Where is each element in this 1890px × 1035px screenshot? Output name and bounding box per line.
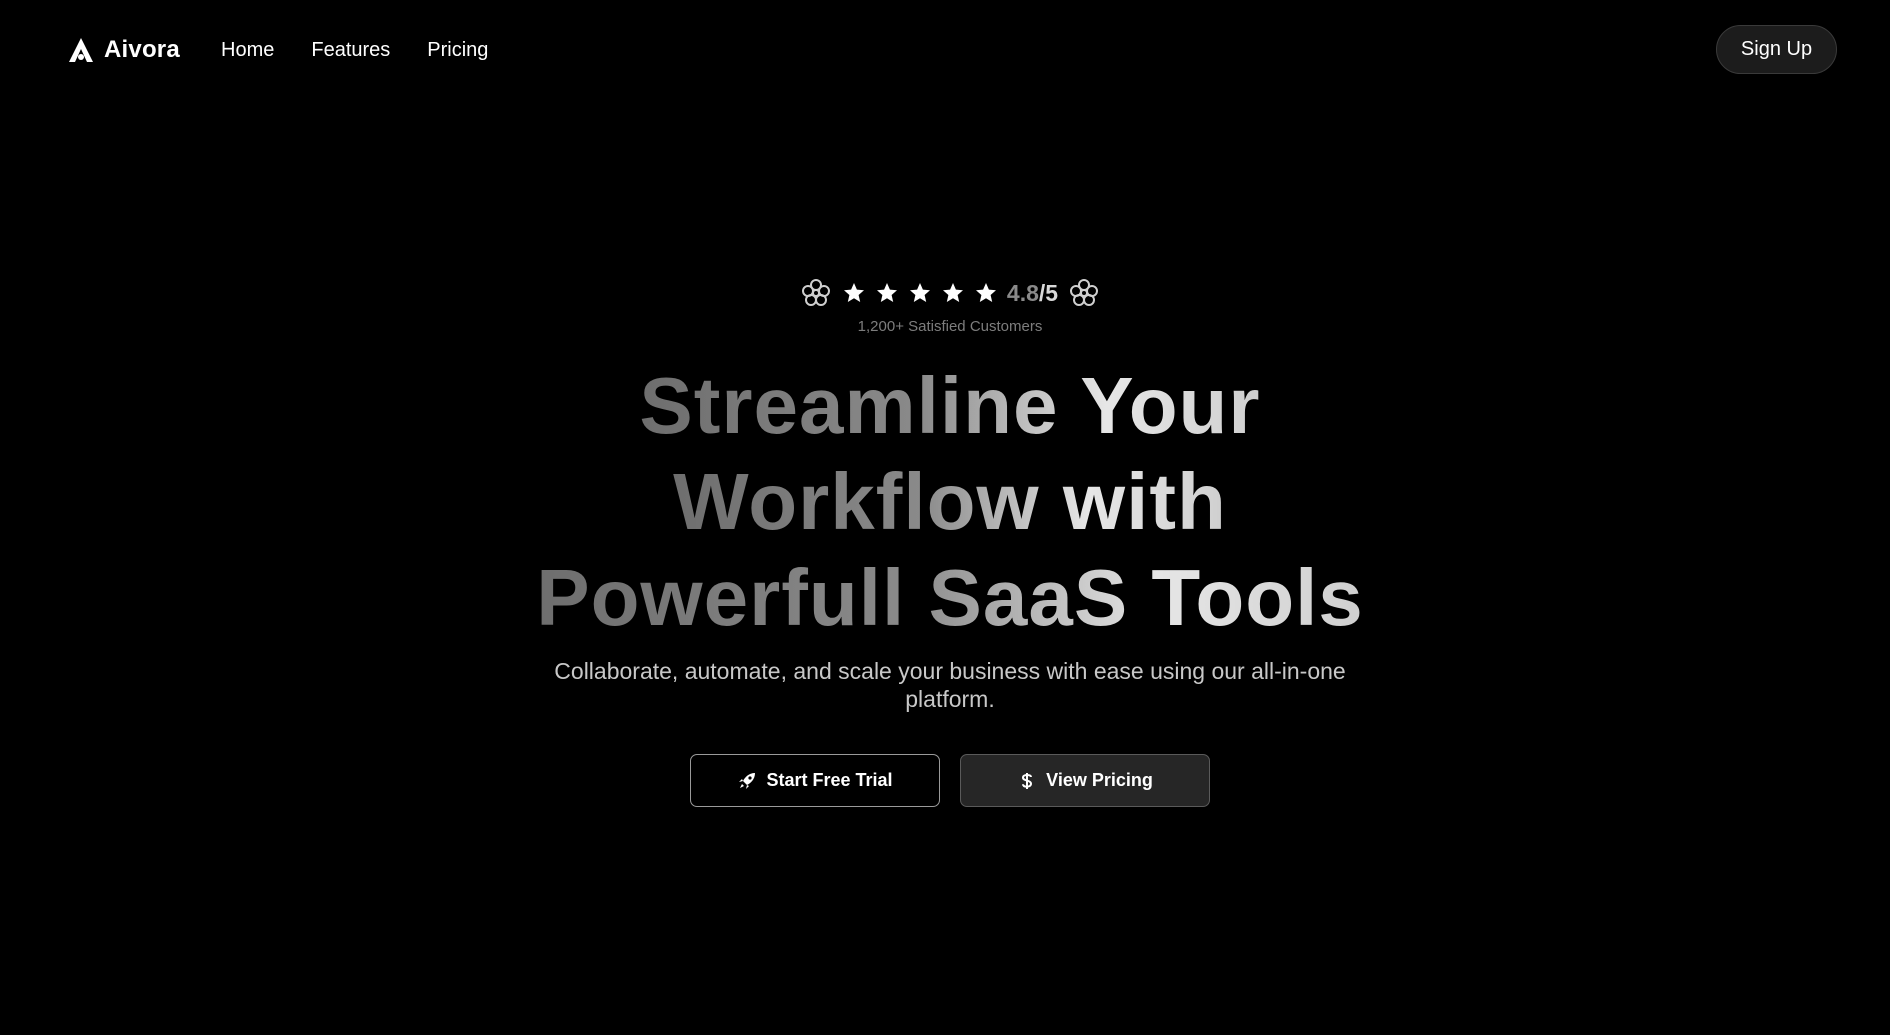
star-icon [843, 283, 864, 302]
navbar: Aivora Home Features Pricing Sign Up [0, 0, 1890, 100]
landing-page: Aivora Home Features Pricing Sign Up 4.8… [0, 0, 1890, 1035]
star-icon [909, 283, 930, 302]
hero-headline: Streamline Your Workflow with Powerfull … [0, 358, 1890, 646]
nav-link-features[interactable]: Features [311, 37, 390, 63]
rating-value: 4.8/5 [1006, 279, 1059, 306]
nav-link-pricing[interactable]: Pricing [427, 37, 488, 63]
star-icon [942, 283, 963, 302]
brand-name: Aivora [104, 36, 180, 63]
start-free-trial-button[interactable]: Start Free Trial [690, 754, 940, 807]
laurel-left-icon [801, 279, 830, 306]
start-free-trial-label: Start Free Trial [766, 770, 893, 790]
cta-row: Start Free Trial View Pricing [0, 754, 1890, 807]
aivora-logo-icon [69, 38, 93, 62]
view-pricing-button[interactable]: View Pricing [960, 754, 1210, 807]
sign-up-button[interactable]: Sign Up [1716, 25, 1837, 74]
star-icon [975, 283, 996, 302]
nav-links: Home Features Pricing [221, 37, 488, 63]
nav-link-home[interactable]: Home [221, 37, 274, 63]
headline-line-2: Workflow with [673, 457, 1227, 546]
hero-subtitle: Collaborate, automate, and scale your bu… [554, 658, 1346, 712]
rocket-icon [739, 772, 756, 789]
dollar-icon [1022, 772, 1033, 789]
view-pricing-label: View Pricing [1046, 770, 1153, 790]
star-icon [876, 283, 897, 302]
headline-line-3: Powerfull SaaS Tools [536, 553, 1364, 642]
laurel-right-icon [1070, 279, 1099, 306]
brand[interactable]: Aivora [68, 34, 180, 66]
customers-count: 1,200+ Satisfied Customers [857, 318, 1043, 335]
rating-row: 4.8/5 [0, 276, 1890, 310]
star-rating [842, 281, 998, 305]
headline-line-1: Streamline Your [639, 361, 1261, 450]
